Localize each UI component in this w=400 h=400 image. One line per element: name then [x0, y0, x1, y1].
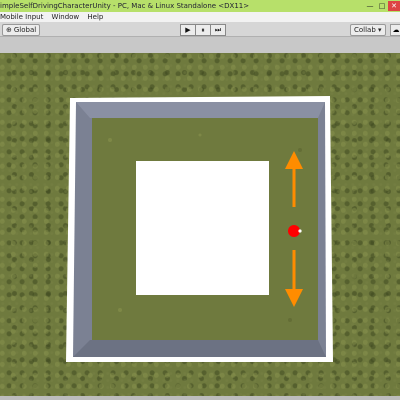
- window-title-bar: impleSelfDrivingCharacterUnity - PC, Mac…: [0, 0, 400, 12]
- cloud-icon[interactable]: ☁: [390, 24, 400, 36]
- toolbar: ⊕ Global ▶ ⏸ ⏭ Collab ▾ ☁: [0, 22, 400, 37]
- track-scene: [66, 96, 333, 362]
- window-controls: — □ ✕: [360, 0, 400, 12]
- playback-controls: ▶ ⏸ ⏭: [180, 24, 226, 36]
- menu-item-window[interactable]: Window: [52, 12, 80, 22]
- panel-header-strip: [0, 37, 400, 53]
- globe-icon: ⊕: [6, 26, 12, 34]
- menu-bar: Mobile Input Window Help: [0, 12, 400, 22]
- track-bevel-bottom: [73, 340, 326, 357]
- minimize-button[interactable]: —: [364, 1, 376, 11]
- window-title: impleSelfDrivingCharacterUnity - PC, Mac…: [0, 2, 250, 10]
- center-block: [136, 161, 269, 295]
- global-label: Global: [13, 26, 37, 34]
- collab-dropdown[interactable]: Collab ▾: [350, 24, 386, 36]
- maximize-button[interactable]: □: [376, 1, 388, 11]
- agent-ball: [288, 225, 300, 237]
- bottom-status-strip: [0, 396, 400, 400]
- close-button[interactable]: ✕: [388, 1, 400, 11]
- step-button[interactable]: ⏭: [211, 24, 226, 36]
- global-pivot-button[interactable]: ⊕ Global: [2, 24, 41, 36]
- track-bevel-top: [76, 102, 325, 118]
- play-button[interactable]: ▶: [180, 24, 196, 36]
- pause-button[interactable]: ⏸: [196, 24, 211, 36]
- menu-item-mobile-input[interactable]: Mobile Input: [0, 12, 43, 22]
- agent-sensor: [298, 229, 302, 233]
- menu-item-help[interactable]: Help: [87, 12, 103, 22]
